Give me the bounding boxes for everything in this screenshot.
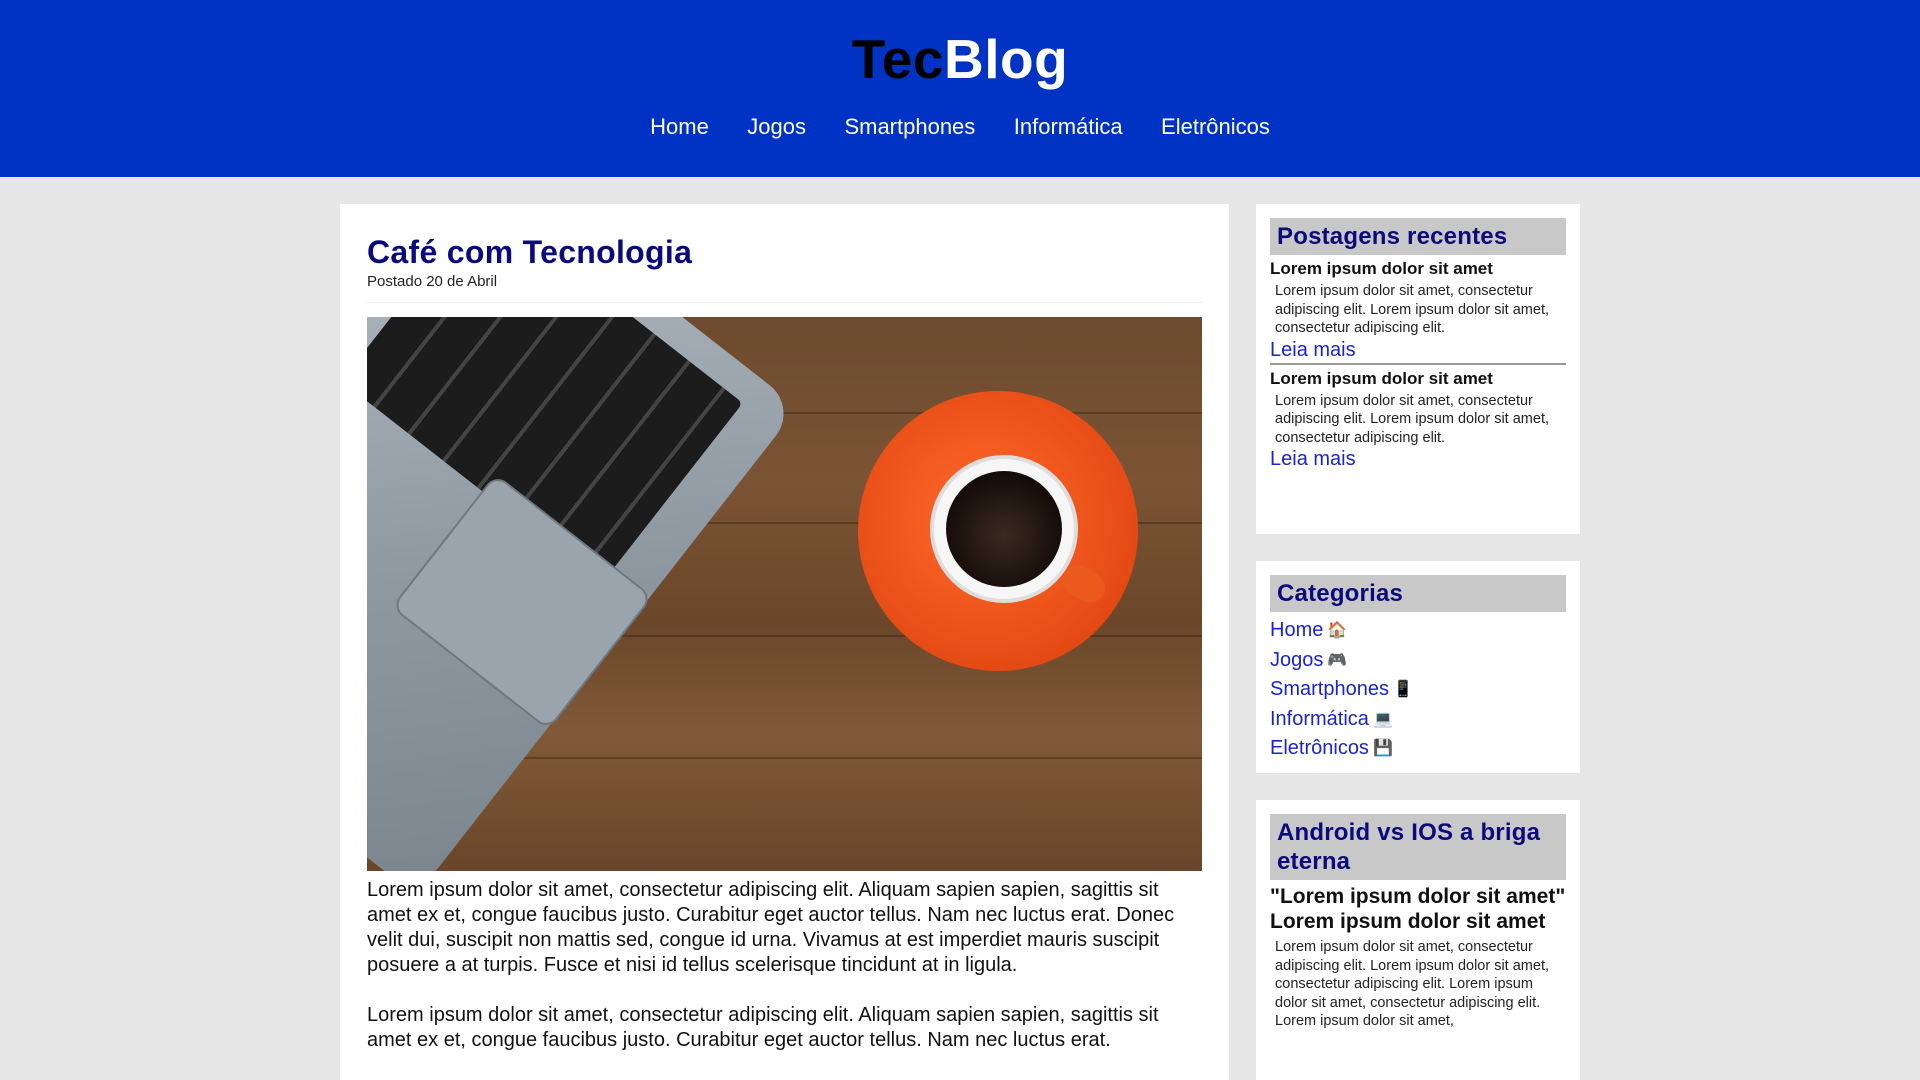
main-nav: Home Jogos Smartphones Informática Eletr… [0,114,1920,140]
categories-list: Home 🏠 Jogos 🎮 Smartphones 📱 Informática 💻 E… [1270,616,1566,764]
category-informatica[interactable]: Informática 💻 [1270,705,1566,735]
post-date: Postado 20 de Abril [367,273,498,290]
category-smartphones[interactable]: Smartphones 📱 [1270,675,1566,705]
post-paragraph: Lorem ipsum dolor sit amet, consectetur … [367,1004,1159,1051]
content-area: Café com Tecnologia Postado 20 de Abril … [0,177,1920,1080]
featured-excerpt: Lorem ipsum dolor sit amet, consectetur … [1275,939,1550,1029]
category-home[interactable]: Home 🏠 [1270,616,1566,646]
read-more-link[interactable]: Leia mais [1270,338,1356,362]
smartphone-icon: 📱 [1392,681,1413,698]
nav-jogos[interactable]: Jogos [747,114,806,140]
category-label: Home [1270,619,1324,641]
category-jogos[interactable]: Jogos 🎮 [1270,646,1566,676]
site-logo[interactable]: TecBlog [0,26,1920,92]
category-label: Jogos [1270,648,1324,671]
logo-part-blog: Blog [944,28,1069,90]
floppy-disk-icon: 💾 [1372,740,1393,757]
laptop-icon: 💻 [1372,710,1393,728]
gamepad-icon: 🎮 [1327,651,1348,669]
featured-title: Android vs IOS a briga eterna [1270,814,1566,880]
nav-informatica[interactable]: Informática [1014,114,1123,140]
post-divider [367,302,1202,303]
category-label: Smartphones [1270,678,1389,700]
categories-title: Categorias [1270,575,1566,612]
category-eletronicos[interactable]: Eletrônicos 💾 [1270,734,1566,764]
nav-eletronicos[interactable]: Eletrônicos [1161,114,1270,140]
house-icon: 🏠 [1327,622,1348,639]
nav-smartphones[interactable]: Smartphones [844,114,975,140]
recent-posts-widget: Postagens recentes Lorem ipsum dolor sit… [1256,204,1580,534]
post-image [367,317,1202,871]
featured-widget: Android vs IOS a briga eterna "Lorem ips… [1256,800,1580,1080]
featured-heading[interactable]: "Lorem ipsum dolor sit amet" Lorem ipsum… [1270,884,1566,934]
site-header: TecBlog Home Jogos Smartphones Informáti… [0,0,1920,177]
blog-post: Café com Tecnologia Postado 20 de Abril … [340,204,1229,1080]
categories-widget: Categorias Home 🏠 Jogos 🎮 Smartphones 📱 Inf… [1256,561,1580,773]
recent-post-excerpt: Lorem ipsum dolor sit amet, consectetur … [1275,392,1550,446]
recent-posts-title: Postagens recentes [1270,218,1566,255]
post-title[interactable]: Café com Tecnologia [367,232,1202,272]
recent-post-heading[interactable]: Lorem ipsum dolor sit amet [1270,368,1566,390]
post-paragraph: Lorem ipsum dolor sit amet, consectetur … [367,879,1175,976]
read-more-link[interactable]: Leia mais [1270,447,1356,471]
divider [1270,362,1566,365]
recent-post-heading[interactable]: Lorem ipsum dolor sit amet [1270,258,1566,280]
category-label: Eletrônicos [1270,737,1369,759]
coffee-shape [946,471,1062,587]
nav-home[interactable]: Home [650,114,709,140]
logo-part-tec: Tec [851,28,944,90]
category-label: Informática [1270,707,1369,730]
recent-post-excerpt: Lorem ipsum dolor sit amet, consectetur … [1275,283,1550,336]
